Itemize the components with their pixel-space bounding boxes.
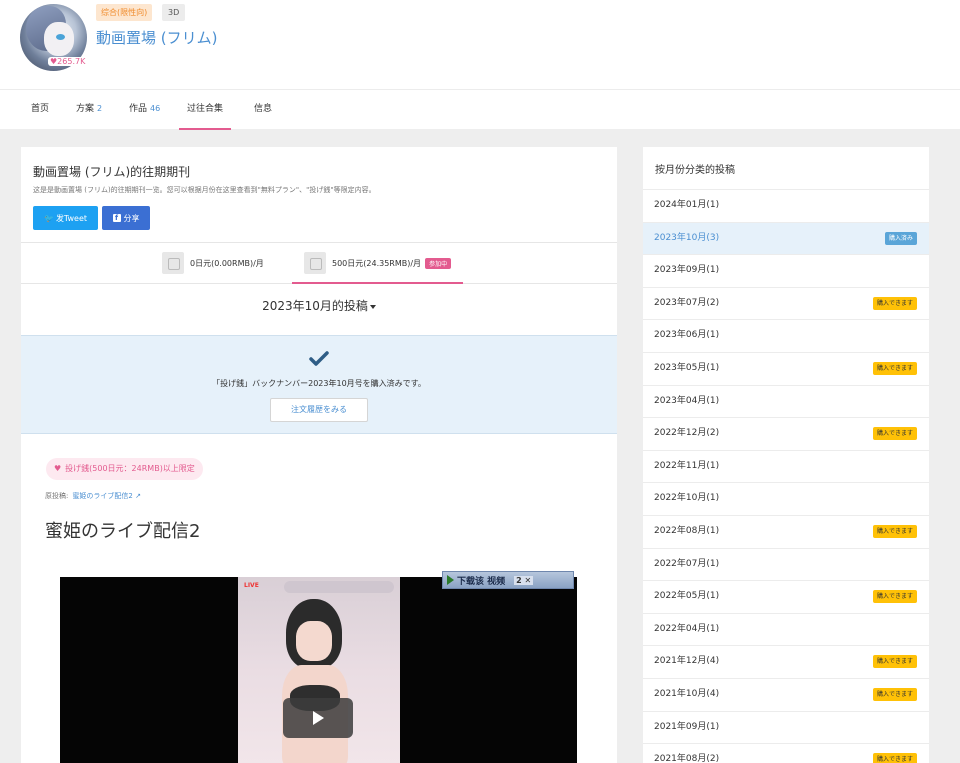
month-item[interactable]: 2022年07月(1) <box>643 547 929 581</box>
month-label: 2021年09月(1) <box>654 721 720 732</box>
caret-down-icon <box>369 304 376 309</box>
month-dropdown[interactable]: 2023年10月的投稿 <box>21 297 617 314</box>
month-item[interactable]: 2021年09月(1) <box>643 710 929 744</box>
month-item[interactable]: 2023年09月(1) <box>643 254 929 287</box>
month-label: 2023年06月(1) <box>654 330 720 341</box>
purchasable-badge: 購入できます <box>872 296 917 310</box>
share-button[interactable]: f 分享 <box>102 206 150 230</box>
plan-tabs: 0日元(0.00RMB)/月 500日元(24.35RMB)/月 参加中 <box>21 242 617 284</box>
tab-info[interactable]: 信息 <box>254 90 272 130</box>
month-label: 2021年08月(2) <box>654 754 720 763</box>
genre-tag[interactable]: 3D <box>162 4 186 21</box>
month-label: 2021年10月(4) <box>654 688 720 699</box>
month-label: 2022年04月(1) <box>654 623 720 634</box>
purchasable-badge: 購入できます <box>872 427 917 441</box>
month-item[interactable]: 2023年10月(3) 購入済み <box>643 221 929 255</box>
month-item[interactable]: 2023年07月(2) 購入できます <box>643 286 929 320</box>
tab-plans[interactable]: 方案 2 <box>76 90 102 130</box>
tweet-button[interactable]: 🐦 发Tweet <box>33 206 98 230</box>
month-item[interactable]: 2021年10月(4) 購入できます <box>643 677 929 711</box>
creator-header: ♥265.7K 综合(限性向) 3D 動画置場 (フリム) <box>0 0 960 89</box>
tab-home[interactable]: 首页 <box>31 90 49 130</box>
sidebar-title: 按月份分类的投稿 <box>655 165 735 176</box>
play-icon <box>447 575 454 585</box>
download-close[interactable]: 2 ✕ <box>514 575 534 585</box>
external-link-icon: ↗ <box>135 492 141 500</box>
month-item[interactable]: 2022年04月(1) <box>643 612 929 646</box>
live-overlay-bar <box>284 581 394 593</box>
tab-backnumber[interactable]: 过往合集 <box>178 90 232 130</box>
month-label: 2021年12月(4) <box>654 656 720 667</box>
month-item[interactable]: 2022年11月(1) <box>643 449 929 483</box>
tab-works[interactable]: 作品 46 <box>129 90 160 130</box>
plan-thumbnail <box>162 252 184 274</box>
likes-count: ♥265.7K <box>48 57 88 66</box>
month-label: 2022年11月(1) <box>654 460 720 471</box>
month-sidebar: 按月份分类的投稿 2024年01月(1) 2023年10月(3) 購入済み 2023年… <box>643 147 929 763</box>
month-label: 2024年01月(1) <box>654 200 720 210</box>
month-label: 2023年09月(1) <box>654 265 720 276</box>
page-description: 这是是動画置場 (フリム)的往期期刊一览。您可以根据月份在这里查看到"無料プラン… <box>33 186 376 194</box>
month-label: 2022年10月(1) <box>654 493 720 504</box>
month-item[interactable]: 2022年08月(1) 購入できます <box>643 514 929 548</box>
play-button[interactable] <box>283 698 353 738</box>
month-item[interactable]: 2023年05月(1) 購入できます <box>643 351 929 385</box>
video-player[interactable]: LIVE <box>60 577 577 763</box>
live-indicator: LIVE <box>244 582 259 589</box>
backnumber-panel: 動画置場 (フリム)的往期期刊 这是是動画置場 (フリム)的往期期刊一览。您可以… <box>21 147 617 763</box>
purchased-badge: 購入済み <box>884 231 917 245</box>
month-list: 2024年01月(1) 2023年10月(3) 購入済み 2023年09月(1) 202… <box>643 189 929 763</box>
joined-badge: 参加中 <box>425 257 452 269</box>
month-label: 2022年12月(2) <box>654 428 720 439</box>
month-label: 2022年07月(1) <box>654 558 720 569</box>
post-plan-badge: ♥ 投げ銭(500日元：24RMB)以上限定 <box>46 458 203 480</box>
purchasable-badge: 購入できます <box>872 361 917 375</box>
month-label: 2023年04月(1) <box>654 395 720 406</box>
month-item[interactable]: 2022年05月(1) 購入できます <box>643 580 929 613</box>
plan-tab-tip[interactable]: 500日元(24.35RMB)/月 参加中 <box>291 243 464 284</box>
order-history-button[interactable]: 注文履歴をみる <box>270 398 368 422</box>
creator-name[interactable]: 動画置場 (フリム) <box>96 27 217 48</box>
month-item[interactable]: 2024年01月(1) <box>643 189 929 222</box>
purchasable-badge: 購入できます <box>872 524 917 538</box>
purchasable-badge: 購入できます <box>872 655 917 669</box>
category-tag[interactable]: 综合(限性向) <box>96 4 153 21</box>
month-item[interactable]: 2023年04月(1) <box>643 384 929 418</box>
heart-icon: ♥ <box>54 464 62 473</box>
video-figure-face <box>296 621 332 661</box>
purchasable-badge: 購入できます <box>872 753 917 763</box>
purchased-message: 「投げ銭」バックナンバー2023年10月号を購入済みです。 <box>212 379 426 388</box>
creator-tabs: 首页 方案 2 作品 46 过往合集 信息 <box>0 89 960 130</box>
source-line: 原投稿: 蜜姫のライブ配信2 ↗ <box>45 492 141 500</box>
month-label: 2022年08月(1) <box>654 525 720 536</box>
download-video-bar[interactable]: 下载该 视频 2 ✕ <box>442 571 574 589</box>
month-label: 2023年05月(1) <box>654 362 720 373</box>
plan-thumbnail <box>304 252 326 274</box>
avatar-eye <box>56 34 65 40</box>
purchased-notice: 「投げ銭」バックナンバー2023年10月号を購入済みです。 注文履歴をみる <box>21 335 617 434</box>
twitter-icon: 🐦 <box>43 213 54 223</box>
facebook-icon: f <box>112 214 121 222</box>
month-item[interactable]: 2022年10月(1) <box>643 482 929 515</box>
month-item[interactable]: 2022年12月(2) 購入できます <box>643 417 929 450</box>
page-title: 動画置場 (フリム)的往期期刊 <box>33 165 191 179</box>
check-icon <box>309 351 329 366</box>
purchasable-badge: 購入できます <box>872 590 917 604</box>
month-label: 2022年05月(1) <box>654 591 720 602</box>
month-item[interactable]: 2023年06月(1) <box>643 319 929 352</box>
month-label: 2023年07月(2) <box>654 297 720 308</box>
month-item[interactable]: 2021年08月(2) 購入できます <box>643 743 929 763</box>
post-title: 蜜姫のライブ配信2 <box>45 521 201 542</box>
purchasable-badge: 購入できます <box>872 687 917 701</box>
month-item[interactable]: 2021年12月(4) 購入できます <box>643 645 929 678</box>
source-link[interactable]: 蜜姫のライブ配信2 ↗ <box>72 492 141 500</box>
month-label: 2023年10月(3) <box>654 232 720 243</box>
plan-tab-free[interactable]: 0日元(0.00RMB)/月 <box>162 243 264 283</box>
